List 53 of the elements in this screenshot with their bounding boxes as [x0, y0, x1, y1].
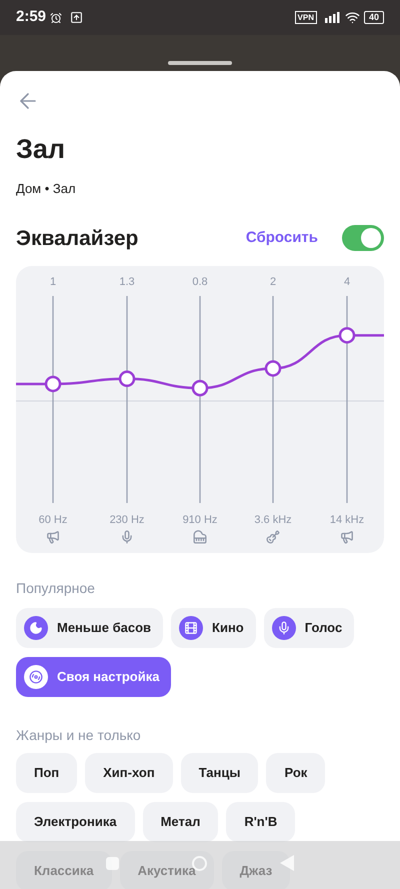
- drag-handle[interactable]: [168, 61, 232, 65]
- frequency-label: 3.6 kHz: [253, 513, 293, 528]
- section-title: Популярное: [15, 579, 96, 598]
- alarm-icon: [50, 12, 62, 24]
- preset-chip[interactable]: Голос: [264, 608, 354, 648]
- equalizer-toggle[interactable]: [342, 225, 384, 252]
- status-time: 2:59: [16, 7, 46, 28]
- section-title: Жанры и не только: [15, 726, 142, 745]
- slider-thumb[interactable]: [44, 376, 62, 392]
- genre-chip[interactable]: Поп: [16, 753, 78, 793]
- preset-chip[interactable]: Кино: [171, 608, 256, 648]
- preset-chip[interactable]: Меньше басов: [16, 608, 164, 648]
- slider-track[interactable]: [338, 296, 356, 503]
- preset-icon: [272, 616, 296, 640]
- genre-chip[interactable]: Танцы: [180, 753, 258, 793]
- signal-icon: [324, 12, 341, 23]
- upload-icon: [70, 11, 84, 24]
- slider-thumb[interactable]: [338, 327, 356, 344]
- genre-chip[interactable]: Электроника: [16, 802, 135, 842]
- vpn-badge: VPN: [294, 11, 317, 24]
- genre-chip[interactable]: Рок: [266, 753, 326, 793]
- gain-value: 1.3: [118, 275, 136, 290]
- wifi-icon: [344, 10, 360, 25]
- slider-track[interactable]: [118, 296, 136, 503]
- preset-icon: [179, 616, 204, 640]
- battery-icon: 40: [364, 11, 384, 24]
- frequency-label: 14 kHz: [328, 513, 366, 528]
- gain-value: 2: [268, 275, 278, 290]
- slider-track[interactable]: [264, 296, 282, 503]
- equalizer-title: Эквалайзер: [16, 226, 138, 252]
- preset-icon: [24, 665, 48, 689]
- slider-thumb[interactable]: [118, 370, 136, 388]
- frequency-label: 230 Hz: [108, 513, 146, 528]
- microphone-icon: [120, 530, 134, 544]
- preset-chip[interactable]: Своя настройка: [16, 657, 172, 697]
- slider-thumb[interactable]: [192, 380, 208, 396]
- slider-thumb[interactable]: [264, 360, 282, 377]
- reset-button[interactable]: Сбросить: [246, 227, 318, 250]
- room-title: Зал: [15, 133, 66, 165]
- piano-icon: [193, 530, 207, 544]
- room-path: Дом • Зал: [15, 180, 77, 198]
- genre-chip[interactable]: Хип-хоп: [85, 753, 173, 793]
- preset-icon: [24, 616, 48, 640]
- frequency-label: 60 Hz: [38, 513, 68, 528]
- guitar-icon: [266, 530, 280, 544]
- genre-chip[interactable]: Метал: [142, 802, 218, 842]
- gain-value: 0.8: [191, 275, 209, 290]
- gain-value: 1: [48, 275, 58, 290]
- slider-track[interactable]: [192, 296, 208, 503]
- frequency-label: 910 Hz: [182, 513, 218, 528]
- genre-chip[interactable]: R'n'B: [226, 802, 296, 842]
- gain-value: 4: [342, 275, 352, 290]
- slider-track[interactable]: [44, 296, 62, 503]
